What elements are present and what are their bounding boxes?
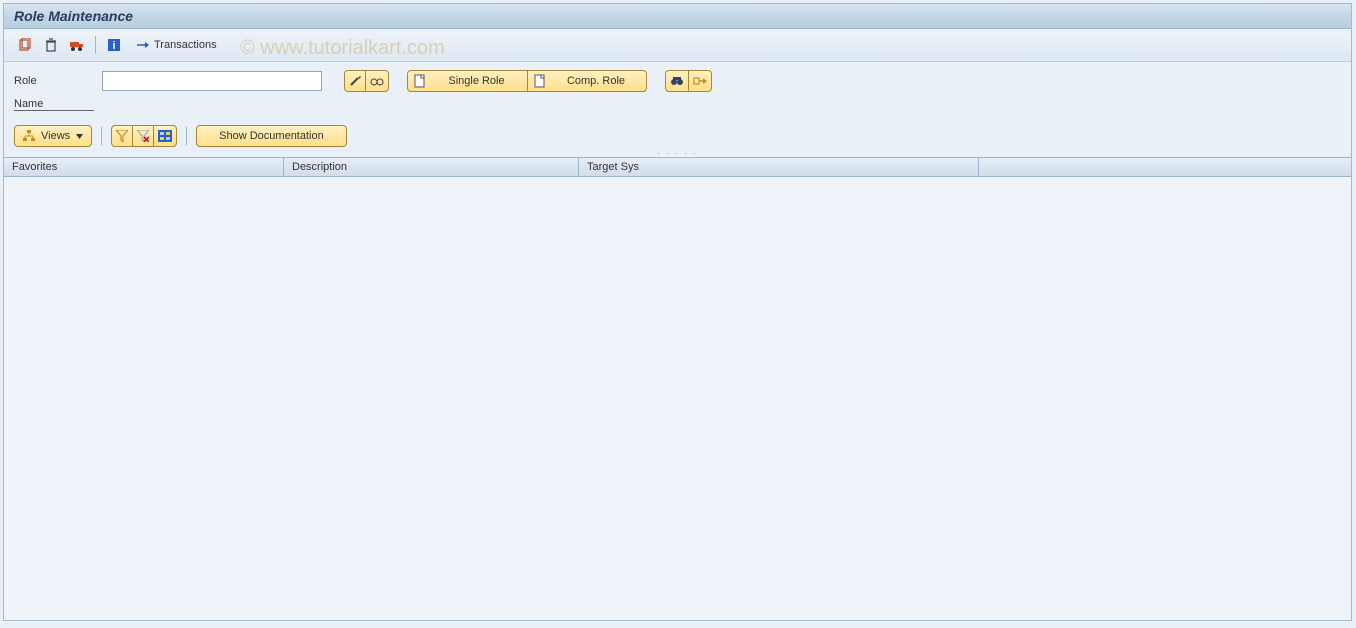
toolbar-separator xyxy=(95,36,96,54)
document-icon xyxy=(534,74,546,88)
layout-icon xyxy=(158,130,172,142)
svg-text:i: i xyxy=(112,40,115,52)
document-icon xyxy=(414,74,426,88)
column-target-sys[interactable]: Target Sys xyxy=(579,158,979,176)
transactions-label: Transactions xyxy=(154,39,217,51)
table-header: Favorites Description Target Sys xyxy=(4,157,1351,177)
single-role-button[interactable]: Single Role xyxy=(407,70,527,92)
funnel-icon xyxy=(116,130,128,142)
pencil-icon xyxy=(349,75,361,87)
edit-button[interactable] xyxy=(344,70,365,92)
copy-icon[interactable] xyxy=(14,34,36,56)
form-area: Role Single Role Comp. Role xyxy=(4,62,1351,121)
delete-icon[interactable] xyxy=(40,34,62,56)
role-label: Role xyxy=(14,75,94,87)
show-documentation-button[interactable]: Show Documentation xyxy=(196,125,347,147)
info-icon[interactable]: i xyxy=(103,34,125,56)
comp-role-button[interactable]: Comp. Role xyxy=(527,70,647,92)
column-blank xyxy=(979,158,1351,176)
binoculars-icon xyxy=(670,74,684,88)
role-input[interactable] xyxy=(102,71,322,91)
arrow-right-icon xyxy=(136,39,150,51)
transactions-button[interactable]: Transactions xyxy=(129,36,224,54)
arrow-out-icon xyxy=(693,75,707,87)
filter-button[interactable] xyxy=(111,125,132,147)
name-label: Name xyxy=(14,98,94,111)
transport-icon[interactable] xyxy=(66,34,88,56)
toolbar-separator xyxy=(186,127,187,145)
page-title: Role Maintenance xyxy=(14,8,133,24)
table-body xyxy=(4,177,1351,620)
column-description[interactable]: Description xyxy=(284,158,579,176)
toolbar-separator xyxy=(101,127,102,145)
hierarchy-icon xyxy=(23,130,35,142)
main-toolbar: i Transactions xyxy=(4,29,1351,62)
layout-button[interactable] xyxy=(153,125,177,147)
filter-delete-button[interactable] xyxy=(132,125,153,147)
window-titlebar: Role Maintenance xyxy=(4,4,1351,29)
where-used-button[interactable] xyxy=(688,70,712,92)
search-button[interactable] xyxy=(665,70,688,92)
funnel-x-icon xyxy=(137,130,149,142)
dropdown-icon xyxy=(76,134,83,139)
column-favorites[interactable]: Favorites xyxy=(4,158,284,176)
app-window: Role Maintenance i Transactions Role xyxy=(3,3,1352,621)
display-button[interactable] xyxy=(365,70,389,92)
filter-toolbar: Views Show Documentation xyxy=(4,121,1351,151)
views-button[interactable]: Views xyxy=(14,125,92,147)
glasses-icon xyxy=(370,75,384,87)
